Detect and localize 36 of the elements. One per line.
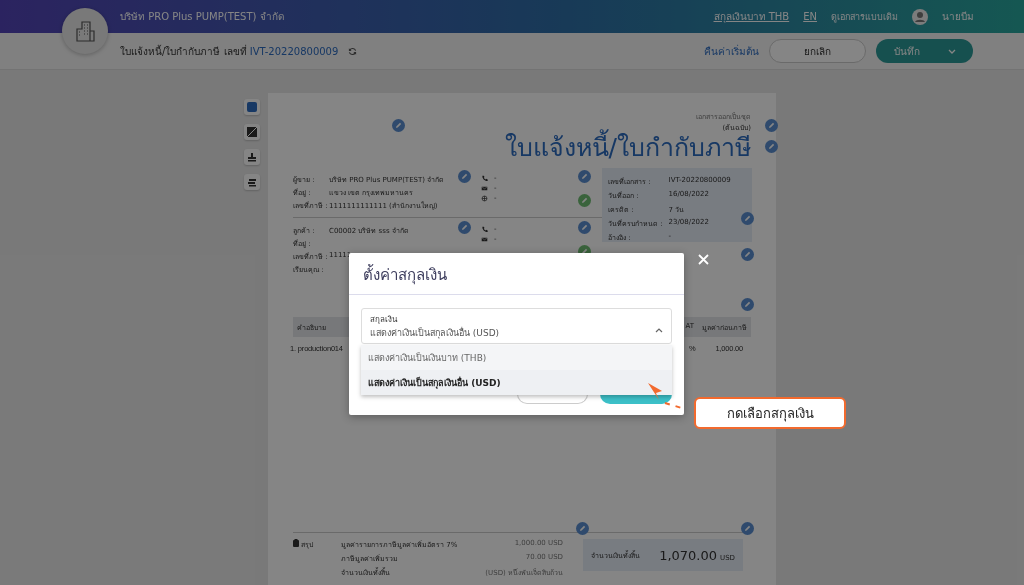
dropdown-option[interactable]: แสดงค่าเงินเป็นเงินบาท (THB) [361, 345, 672, 370]
cancel-button[interactable]: ยกเลิก [769, 39, 866, 63]
web-icon [481, 194, 488, 202]
pointer-icon [648, 383, 662, 400]
old-document-link[interactable]: ดูเอกสารแบบเดิม [831, 9, 898, 24]
language-link[interactable]: EN [803, 11, 817, 22]
stamp-icon [247, 152, 257, 162]
email-icon [481, 235, 488, 243]
total-amount: 1,070.00 [659, 547, 718, 563]
color-tool[interactable] [244, 99, 260, 115]
save-button[interactable]: บันทึก [876, 39, 973, 63]
refresh-icon[interactable] [348, 46, 358, 56]
dialog-title: ตั้งค่าสกุลเงิน [363, 266, 447, 284]
reset-link[interactable]: คืนค่าเริ่มต้น [704, 43, 759, 59]
user-name[interactable]: นายบีม [942, 9, 974, 24]
email-icon [481, 184, 488, 192]
stamp-tool[interactable] [244, 149, 260, 165]
dropdown-option[interactable]: แสดงค่าเงินเป็นสกุลเงินอื่น (USD) [361, 370, 672, 395]
stack-tool[interactable] [244, 174, 260, 190]
image-tool[interactable] [244, 124, 260, 140]
square-icon [247, 102, 257, 112]
phone-icon [481, 174, 488, 182]
currency-select[interactable]: สกุลเงิน แสดงค่าเงินเป็นสกุลเงินอื่น (USD) [361, 308, 672, 344]
company-name: บริษัท PRO Plus PUMP(TEST) จำกัด [120, 10, 284, 24]
image-icon [247, 127, 257, 137]
phone-icon [481, 225, 488, 233]
instruction-callout: กดเลือกสกุลเงิน [694, 397, 846, 429]
currency-link[interactable]: สกุลเงินบาท THB [713, 9, 790, 24]
avatar-icon[interactable] [912, 8, 928, 25]
document-heading: ใบแจ้งหนี้/ใบกำกับภาษี เลขที่ IVT-20220800009 [120, 43, 339, 59]
chevron-icon [655, 327, 663, 333]
building-icon [73, 19, 97, 43]
close-icon[interactable] [697, 253, 710, 266]
stack-icon [247, 177, 257, 187]
chevron-down-icon[interactable] [947, 48, 956, 54]
clipboard-icon [293, 539, 299, 547]
